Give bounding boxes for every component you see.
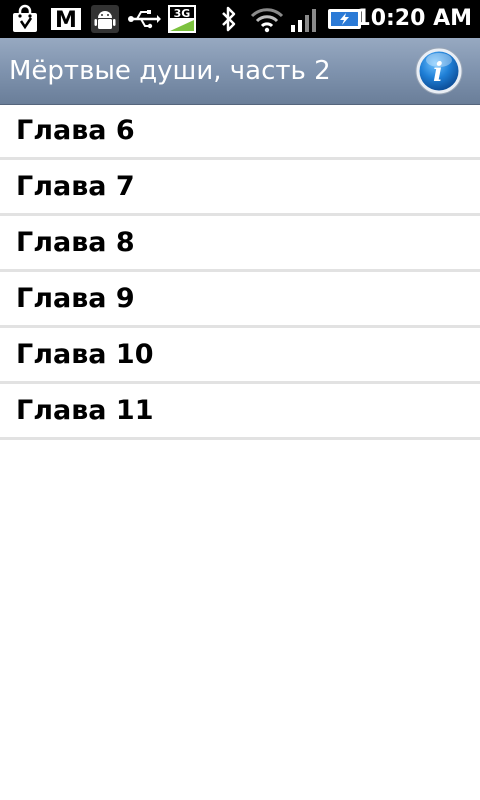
list-item[interactable]: Глава 9 — [0, 272, 480, 328]
usb-icon — [126, 4, 162, 34]
page-title: Мёртвые души, часть 2 — [9, 56, 331, 86]
wifi-icon — [248, 4, 286, 34]
svg-text:3G: 3G — [174, 7, 191, 20]
bluetooth-icon — [216, 4, 242, 34]
title-bar: Мёртвые души, часть 2 i — [0, 38, 480, 105]
shopping-bag-icon — [8, 4, 42, 34]
status-clock: 10:20 AM — [355, 6, 472, 31]
chapter-list: Глава 6 Глава 7 Глава 8 Глава 9 Глава 10… — [0, 104, 480, 440]
list-item[interactable]: Глава 10 — [0, 328, 480, 384]
signal-icon — [288, 4, 322, 34]
android-icon — [88, 4, 122, 34]
info-button[interactable]: i — [414, 46, 464, 96]
list-item[interactable]: Глава 11 — [0, 384, 480, 440]
svg-text:i: i — [433, 58, 443, 88]
3g-icon: 3G — [166, 4, 198, 34]
list-item[interactable]: Глава 8 — [0, 216, 480, 272]
gmail-icon: M — [48, 4, 84, 34]
list-item[interactable]: Глава 6 — [0, 104, 480, 160]
status-bar: M 3G 10:20 AM — [0, 0, 480, 38]
list-item[interactable]: Глава 7 — [0, 160, 480, 216]
info-icon: i — [415, 47, 463, 95]
svg-text:M: M — [55, 8, 77, 32]
